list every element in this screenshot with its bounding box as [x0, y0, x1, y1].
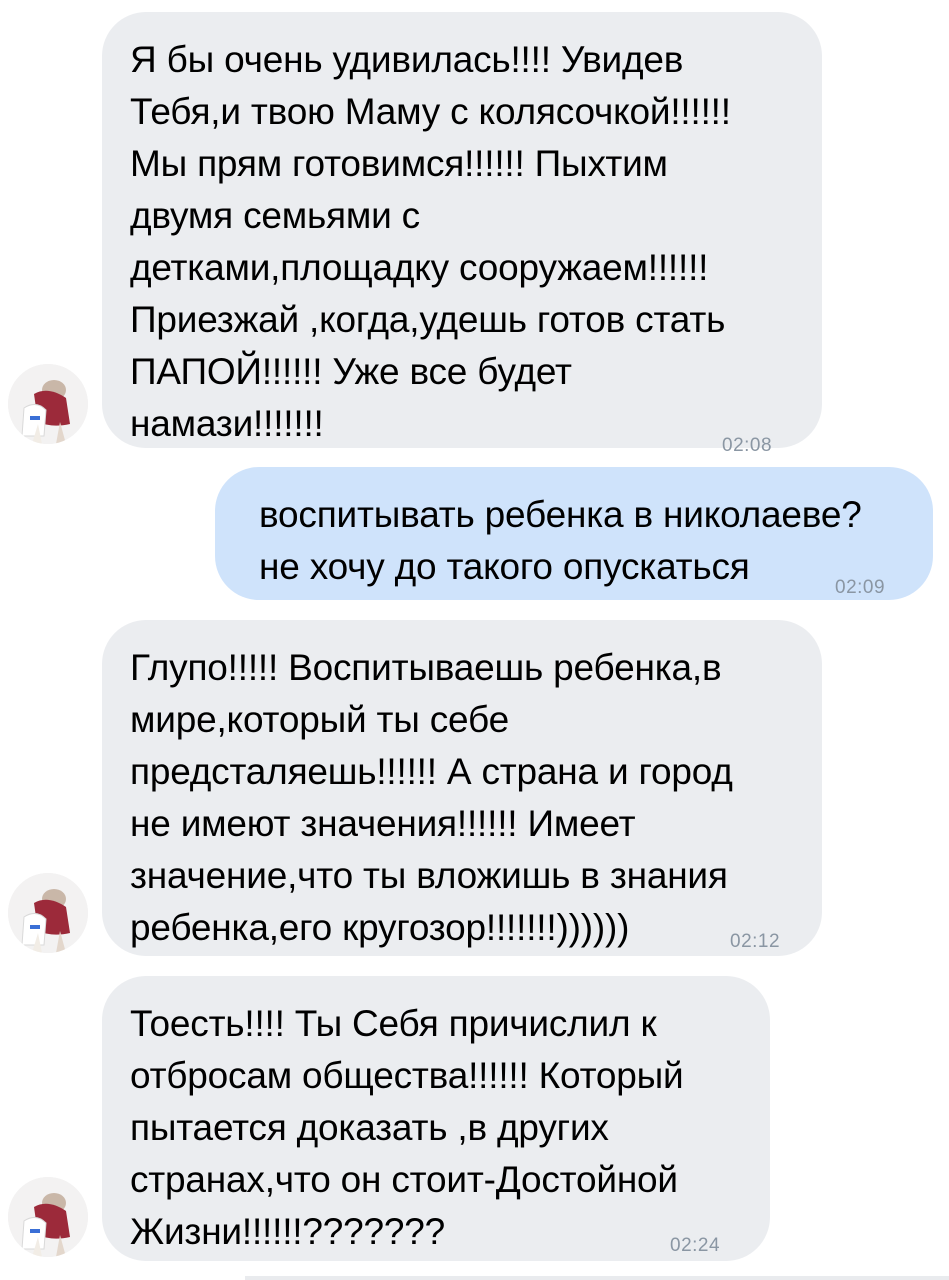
message-timestamp: 02:12	[730, 931, 781, 952]
message-bubble-incoming[interactable]: Тоесть!!!! Ты Себя причислил к отбросам …	[102, 976, 770, 1261]
message-timestamp: 02:09	[835, 577, 886, 598]
contact-avatar[interactable]	[8, 1177, 88, 1257]
message-text: Тоесть!!!! Ты Себя причислил к отбросам …	[130, 1003, 684, 1252]
message-bubble-outgoing[interactable]: воспитывать ребенка в николаеве? не хочу…	[215, 467, 933, 600]
message-bubble-incoming[interactable]: Глупо!!!!! Воспитываешь ребенка,в мире,к…	[102, 620, 822, 956]
message-text: Глупо!!!!! Воспитываешь ребенка,в мире,к…	[130, 647, 733, 948]
message-timestamp: 02:24	[670, 1235, 721, 1256]
message-bubble-incoming[interactable]: Я бы очень удивилась!!!! Увидев Тебя,и т…	[102, 12, 822, 456]
contact-avatar[interactable]	[8, 364, 88, 444]
message-text: воспитывать ребенка в николаеве? не хочу…	[259, 494, 862, 587]
message-timestamp: 02:08	[722, 435, 773, 456]
next-message-edge	[245, 1276, 949, 1280]
message-text: Я бы очень удивилась!!!! Увидев Тебя,и т…	[130, 39, 731, 444]
contact-avatar[interactable]	[8, 873, 88, 953]
